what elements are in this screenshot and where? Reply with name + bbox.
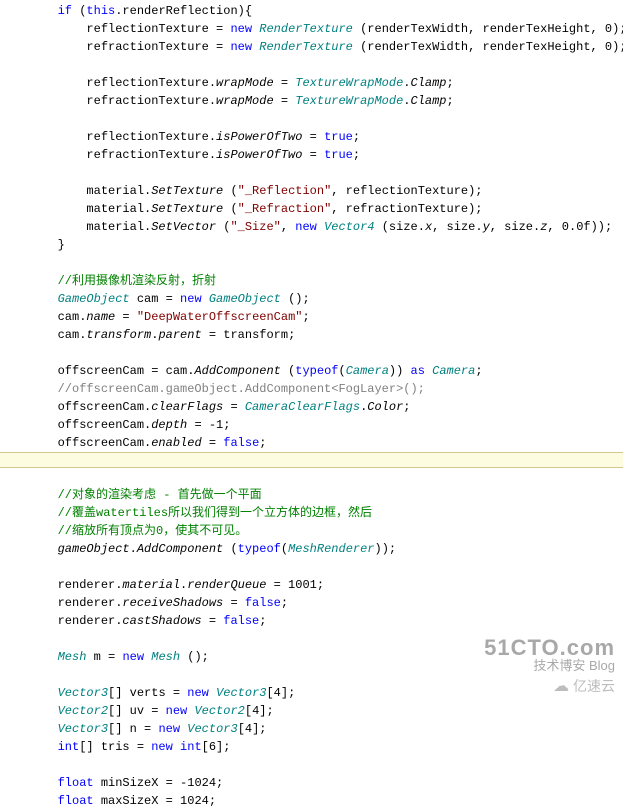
code-block: if (this.renderReflection){ reflectionTe…: [0, 0, 623, 810]
